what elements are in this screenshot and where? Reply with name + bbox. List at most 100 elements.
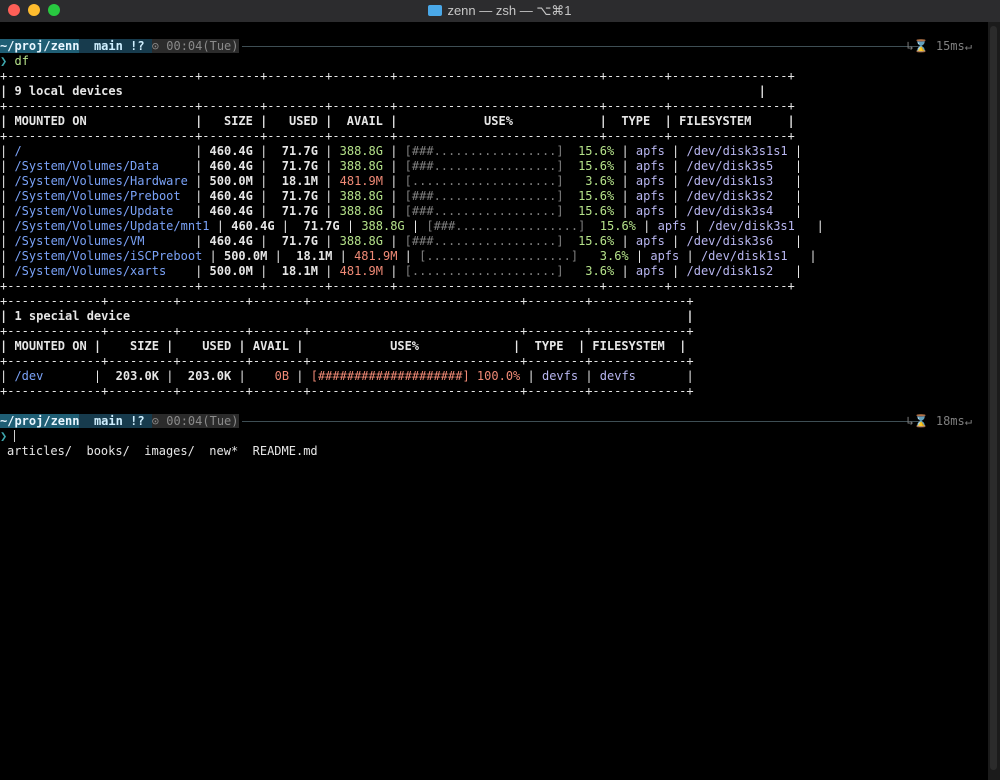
cell-separator: | [520,369,542,383]
cell-separator: | [317,144,340,158]
filesystem-name: /dev/disk3s4 [686,204,788,218]
cell-separator: | [202,249,224,263]
table-row: | /System/Volumes/iSCPreboot | 500.0M | … [0,249,817,264]
size-value: 460.4G [209,144,253,158]
usage-percent: 15.6% [570,204,615,218]
cell-separator: | [0,189,15,203]
directory-listing: articles/ books/ images/ new* README.md [7,444,318,458]
cell-separator: | [252,234,275,248]
size-value: 460.4G [231,219,275,233]
used-value: 71.7G [274,159,318,173]
text-cursor [14,430,16,442]
usage-bar: [....................] [419,249,579,263]
usage-bar: [###.................] [404,234,564,248]
mount-point: /System/Volumes/Data [14,159,188,173]
cell-separator: | [231,369,253,383]
prompt-time: 00:04(Tue) [166,39,239,53]
size-value: 500.0M [209,174,253,188]
scrollbar-thumb[interactable] [990,26,997,770]
terminal-viewport[interactable]: ~/proj/zenn main !? ⊙ 00:04(Tue) ↳⌛ 15ms… [0,22,988,780]
cell-separator: | [679,249,701,263]
cell-separator: | [664,189,687,203]
usage-bar: [....................] [404,264,564,278]
command-text: df [14,54,29,68]
used-value: 71.7G [274,189,318,203]
filesystem-name: /dev/disk3s1 [708,219,810,233]
cell-separator: | [787,204,803,218]
fs-type: apfs [635,234,665,248]
fs-type: apfs [635,264,665,278]
cell-separator: | [209,219,232,233]
size-value: 203.0K [108,369,159,383]
cell-separator: | [0,264,15,278]
fs-type: apfs [635,144,665,158]
usage-bar: [###.................] [404,144,564,158]
used-value: 18.1M [274,264,318,278]
cell-separator: | [382,189,405,203]
cell-separator: | [187,204,210,218]
avail-value: 388.8G [339,144,383,158]
mount-point: /System/Volumes/Update/mnt1 [14,219,210,233]
table-title: | 1 special device | [0,309,694,323]
avail-value: 388.8G [361,219,405,233]
avail-value: 388.8G [339,234,383,248]
mount-point: /System/Volumes/iSCPreboot [14,249,203,263]
usage-bar: [###.................] [404,204,564,218]
cell-separator: | [664,204,687,218]
git-status: !? [130,414,145,428]
cell-separator: | [664,264,687,278]
cell-separator: | [787,234,803,248]
command-line[interactable]: ❯ [0,429,16,444]
cell-separator: | [317,204,340,218]
command-duration: ↳⌛ 15ms↵ [906,39,972,54]
size-value: 500.0M [223,249,268,263]
time-segment: ⊙ 00:04(Tue) [151,39,239,53]
size-value: 460.4G [209,189,253,203]
table-header: | MOUNTED ON | SIZE | USED | AVAIL | USE… [0,339,687,353]
folder-icon [428,5,443,16]
title-bar: zenn — zsh — ⌥⌘1 [0,0,1000,23]
size-value: 460.4G [209,234,253,248]
filesystem-name: /dev/disk1s3 [686,174,788,188]
filesystem-name: /dev/disk3s5 [686,159,788,173]
cell-separator: | [317,174,340,188]
fs-type: apfs [657,219,687,233]
usage-percent: 100.0% [476,369,521,383]
cell-separator: | [635,219,658,233]
avail-value: 388.8G [339,189,383,203]
filesystem-name: /dev/disk1s1 [700,249,803,263]
table-border: +--------------------------+--------+---… [0,279,795,293]
table-border: +--------------------------+--------+---… [0,99,795,113]
cell-separator: | [664,159,687,173]
filesystem-name: devfs [599,369,680,383]
cell-separator: | [267,249,290,263]
mount-point: /System/Volumes/Hardware [14,174,188,188]
filesystem-name: /dev/disk3s6 [686,234,788,248]
prompt-time: 00:04(Tue) [166,414,239,428]
mount-point: /dev [14,369,87,383]
cell-separator: | [252,174,275,188]
hourglass-icon: ↳⌛ [906,414,929,428]
mount-point: /System/Volumes/Update [14,204,188,218]
fs-type: apfs [650,249,680,263]
cell-separator: | [317,189,340,203]
cell-separator: | [614,264,636,278]
size-value: 460.4G [209,204,253,218]
table-row: | /System/Volumes/Update | 460.4G | 71.7… [0,204,802,219]
cell-separator: | [614,144,636,158]
cell-separator: | [252,264,275,278]
time-segment: ⊙ 00:04(Tue) [151,414,239,428]
table-title: | 9 local devices | [0,84,766,98]
cell-separator: | [274,219,297,233]
newline-mark: ↵ [964,414,972,428]
cell-separator: | [158,369,181,383]
prompt-separator-line [242,46,922,47]
table-row: | /System/Volumes/Preboot | 460.4G | 71.… [0,189,802,204]
cell-separator: | [317,159,340,173]
cell-separator: | [0,144,15,158]
